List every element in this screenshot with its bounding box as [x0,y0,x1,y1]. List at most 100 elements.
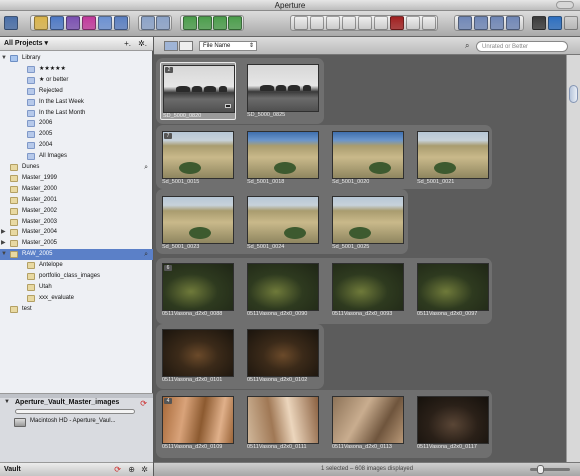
sidebar-item-master-2000[interactable]: Master_2000 [0,184,153,195]
sidebar-item-library[interactable]: ▼ Library [0,53,153,64]
sidebar-item-master-2001[interactable]: Master_2001 [0,195,153,206]
thumbnail-size-slider[interactable] [530,468,570,471]
select-icon[interactable] [294,16,308,30]
vault-action-gear-icon[interactable]: ✲ [141,465,148,474]
vault-name[interactable]: Aperture_Vault_Master_images [15,399,119,406]
gear-icon[interactable] [564,16,578,30]
projects-popup[interactable]: All Projects ▾ [4,39,48,47]
image-thumbnail[interactable]: 0511Vasona_d2x0_0090 [245,261,321,319]
sidebar-item-master-2003[interactable]: Master_2003 [0,217,153,228]
image-thumbnail[interactable]: Sd_5001_0025 [330,194,406,252]
inspector-icon[interactable] [474,16,488,30]
viewer-mode-icon[interactable] [406,16,420,30]
add-project-button[interactable]: +. [124,39,131,48]
straighten-icon[interactable] [342,16,356,30]
sidebar-item-test[interactable]: test [0,304,153,315]
toolbar-toggle-button[interactable] [556,1,574,9]
spot-icon[interactable] [374,16,388,30]
image-thumbnail[interactable]: Sd_5001_0024 [245,194,321,252]
sidebar-item-or-better[interactable]: ★ or better [0,75,153,86]
list-view-button[interactable] [179,41,193,51]
hand-icon[interactable] [310,16,324,30]
new-smart-album-icon[interactable] [82,16,96,30]
sidebar-item-master-2004[interactable]: ▶ Master_2004 [0,227,153,238]
stack-count-badge[interactable]: 2 [165,67,173,73]
grid-view-button[interactable] [164,41,178,51]
image-thumbnail[interactable]: 0511Vasona_d2x0_0113 [330,394,406,452]
stack-count-badge[interactable]: 4 [164,398,172,404]
image-thumbnail[interactable]: 7 Sd_5001_0015 [160,129,236,187]
sort-popup[interactable]: File Name ⇕ [199,41,257,51]
sidebar-item-master-2005[interactable]: ▶ Master_2005 [0,238,153,249]
stamp-icon[interactable] [228,16,242,30]
sidebar-item-rejected[interactable]: Rejected [0,86,153,97]
rating-filter-field[interactable]: Unrated or Better [476,41,568,52]
lift-icon[interactable] [213,16,227,30]
image-thumbnail[interactable]: 0511Vasona_d2x0_0097 [415,261,491,319]
crop-icon[interactable] [358,16,372,30]
new-album-icon[interactable] [66,16,80,30]
disclosure-triangle-icon[interactable]: ▶ [1,227,6,238]
sidebar-item-all-images[interactable]: All Images [0,151,153,162]
image-thumbnail[interactable]: 0511Vasona_d2x0_0093 [330,261,406,319]
keyword-icon[interactable] [532,16,546,30]
vertical-scrollbar[interactable] [566,55,580,462]
search-icon[interactable]: ⌕ [465,41,469,51]
image-thumbnail[interactable]: 2 SD_5000_0820 [160,62,236,120]
sidebar-item-raw-2005[interactable]: ▼ RAW_2005 ⌕ [0,249,153,261]
gear-icon[interactable]: ✲. [138,39,147,48]
zoom-icon[interactable] [326,16,340,30]
search-icon[interactable]: ⌕ [144,162,148,173]
sidebar-item-master-1999[interactable]: Master_1999 [0,173,153,184]
rotate-left-icon[interactable] [183,16,197,30]
image-thumbnail[interactable]: 0511Vasona_d2x0_0111 [245,394,321,452]
update-vault-icon[interactable]: ⟳ [114,465,121,474]
disclosure-triangle-icon[interactable]: ▼ [1,53,7,64]
panel-splitter[interactable] [0,394,153,398]
vault-update-icon[interactable]: ⟳ [140,399,147,408]
disclosure-triangle-icon[interactable]: ▼ [1,249,7,260]
scroll-thumb[interactable] [569,85,578,103]
disclosure-triangle-icon[interactable]: ▼ [4,399,10,405]
metadata-icon[interactable] [506,16,520,30]
sidebar-item-in-the-last-month[interactable]: In the Last Month [0,108,153,119]
disclosure-triangle-icon[interactable]: ▶ [1,238,6,249]
sidebar-item-in-the-last-week[interactable]: In the Last Week [0,97,153,108]
loupe-icon[interactable] [458,16,472,30]
histogram-icon[interactable] [548,16,562,30]
sidebar-item-[interactable]: ★★★★★ [0,64,153,75]
image-thumbnail[interactable]: Sd_5001_0021 [415,129,491,187]
image-thumbnail[interactable]: 6 0511Vasona_d2x0_0088 [160,261,236,319]
search-icon[interactable]: ⌕ [144,249,148,260]
new-light-table-icon[interactable] [98,16,112,30]
unstack-icon[interactable] [156,16,170,30]
adjustments-icon[interactable] [490,16,504,30]
image-thumbnail[interactable]: Sd_5001_0020 [330,129,406,187]
new-folder-icon[interactable] [50,16,64,30]
new-project-icon[interactable] [34,16,48,30]
stack-icon[interactable] [141,16,155,30]
image-thumbnail[interactable]: 0511Vasona_d2x0_0117 [415,394,491,452]
import-icon[interactable] [4,16,18,30]
sidebar-item-xxx-evaluate[interactable]: xxx_evaluate [0,293,153,304]
image-thumbnail[interactable]: Sd_5001_0023 [160,194,236,252]
thumbnail-size-knob[interactable] [537,465,544,474]
stack-count-badge[interactable]: 6 [164,265,172,271]
full-screen-icon[interactable] [422,16,436,30]
stack-count-badge[interactable]: 7 [164,133,172,139]
image-thumbnail[interactable]: 4 0511Vasona_d2x0_0109 [160,394,236,452]
sidebar-item-utah[interactable]: Utah [0,282,153,293]
new-book-icon[interactable] [114,16,128,30]
rotate-right-icon[interactable] [198,16,212,30]
sidebar-item-master-2002[interactable]: Master_2002 [0,206,153,217]
sidebar-item-2005[interactable]: 2005 [0,129,153,140]
image-thumbnail[interactable]: 0511Vasona_d2x0_0102 [245,327,321,385]
image-thumbnail[interactable]: SD_5000_0825 [245,62,321,120]
sidebar-item-portfolio-class-images[interactable]: portfolio_class_images [0,271,153,282]
image-thumbnail[interactable]: Sd_5001_0018 [245,129,321,187]
redeye-icon[interactable] [390,16,404,30]
sidebar-item-2006[interactable]: 2006 [0,118,153,129]
sidebar-item-2004[interactable]: 2004 [0,140,153,151]
sidebar-item-antelope[interactable]: Antelope [0,260,153,271]
add-vault-icon[interactable]: ⊕ [128,465,135,474]
